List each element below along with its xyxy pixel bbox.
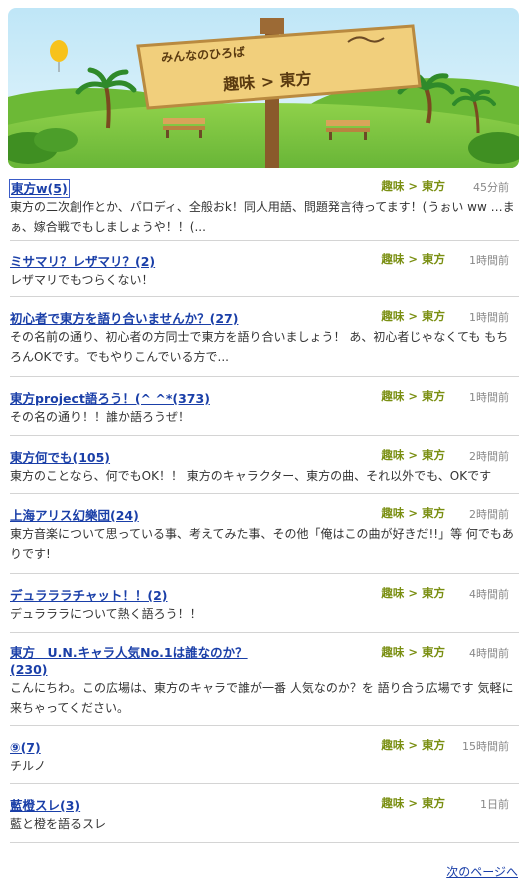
post-time: 1時間前 [469,311,509,324]
topic-title-link[interactable]: 初心者で東方を語り合いませんか？(27) [10,310,238,327]
topic-description: 東方音楽について思っている事、考えてみた事、その他「俺はこの曲が好きだ!!」等 … [10,527,514,561]
topic-list: 東方w(5) 趣味 > 東方 45分前 東方の二次創作とか、パロディ、全般おk！… [9,172,519,843]
category-link[interactable]: 趣味 > 東方 [381,737,445,753]
post-time: 4時間前 [469,647,509,660]
post-time: 1日前 [480,798,509,811]
topic-description: 東方の二次創作とか、パロディ、全般おk！同人用語、問題発言待ってます！(うぉい … [10,200,515,234]
topic-title-link[interactable]: 東方何でも(105) [10,449,110,466]
header-banner: みんなのひろば 趣味 > 東方 [8,8,519,168]
list-item: 初心者で東方を語り合いませんか？(27) 趣味 > 東方 1時間前 その名前の通… [10,297,519,377]
balloon-icon [50,40,68,62]
topic-title-link[interactable]: 東方w(5) [9,179,70,198]
category-link[interactable]: 趣味 > 東方 [381,308,445,324]
list-item: 東方project語ろう！(^ ^*(373) 趣味 > 東方 1時間前 その名… [10,377,519,436]
topic-description: レザマリでもつらくない！ [10,273,154,287]
list-item: 藍橙スレ(3) 趣味 > 東方 1日前 藍と橙を語るスレ [10,784,519,843]
post-time: 2時間前 [469,508,509,521]
topic-description: 藍と橙を語るスレ [10,817,107,831]
category-link[interactable]: 趣味 > 東方 [381,388,445,404]
list-item: デュラララチャット！！(2) 趣味 > 東方 4時間前 デュラララについて熱く語… [10,574,519,633]
post-time: 45分前 [473,181,509,194]
category-link[interactable]: 趣味 > 東方 [381,251,445,267]
category-link[interactable]: 趣味 > 東方 [381,644,445,660]
post-time: 1時間前 [469,391,509,404]
list-item: 東方 U.N.キャラ人気No.1は誰なのか？(230) 趣味 > 東方 4時間前… [10,633,519,726]
next-page-link[interactable]: 次のページへ [446,863,518,880]
topic-title-link[interactable]: ミサマリ？レザマリ？(2) [10,253,155,270]
category-link[interactable]: 趣味 > 東方 [381,585,445,601]
topic-title-link[interactable]: 藍橙スレ(3) [10,797,80,814]
post-time: 2時間前 [469,450,509,463]
topic-title-link[interactable]: ⑨(7) [10,739,41,756]
category-link[interactable]: 趣味 > 東方 [381,178,445,194]
list-item: ⑨(7) 趣味 > 東方 15時間前 チルノ [10,726,519,784]
post-time: 1時間前 [469,254,509,267]
category-link[interactable]: 趣味 > 東方 [381,795,445,811]
list-item: ミサマリ？レザマリ？(2) 趣味 > 東方 1時間前 レザマリでもつらくない！ [10,241,519,297]
list-item: 東方何でも(105) 趣味 > 東方 2時間前 東方のことなら、何でもOK！！ … [10,436,519,494]
list-item: 上海アリス幻樂団(24) 趣味 > 東方 2時間前 東方音楽について思っている事… [10,494,519,574]
topic-description: デュラララについて熱く語ろう！！ [10,607,202,621]
post-time: 15時間前 [462,740,509,753]
topic-description: 東方のことなら、何でもOK！！ 東方のキャラクター、東方の曲、それ以外でも、OK… [10,469,492,483]
list-item: 東方w(5) 趣味 > 東方 45分前 東方の二次創作とか、パロディ、全般おk！… [9,172,519,241]
topic-title-link[interactable]: 上海アリス幻樂団(24) [10,507,139,524]
category-link[interactable]: 趣味 > 東方 [381,447,445,463]
post-time: 4時間前 [469,588,509,601]
topic-description: その名の通り！！誰か語ろうぜ！ [10,410,191,424]
category-link[interactable]: 趣味 > 東方 [381,505,445,521]
topic-description: こんにちわ。この広場は、東方のキャラで誰が一番 人気なのか？を 語り合う広場です… [10,681,514,715]
topic-title-link[interactable]: デュラララチャット！！(2) [10,587,168,604]
topic-description: その名前の通り、初心者の方同士で東方を語り合いましょう！ あ、初心者じゃなくても… [10,330,509,364]
topic-title-link[interactable]: 東方project語ろう！(^ ^*(373) [10,390,210,407]
topic-description: チルノ [10,759,47,773]
topic-title-link[interactable]: 東方 U.N.キャラ人気No.1は誰なのか？(230) [10,644,280,678]
